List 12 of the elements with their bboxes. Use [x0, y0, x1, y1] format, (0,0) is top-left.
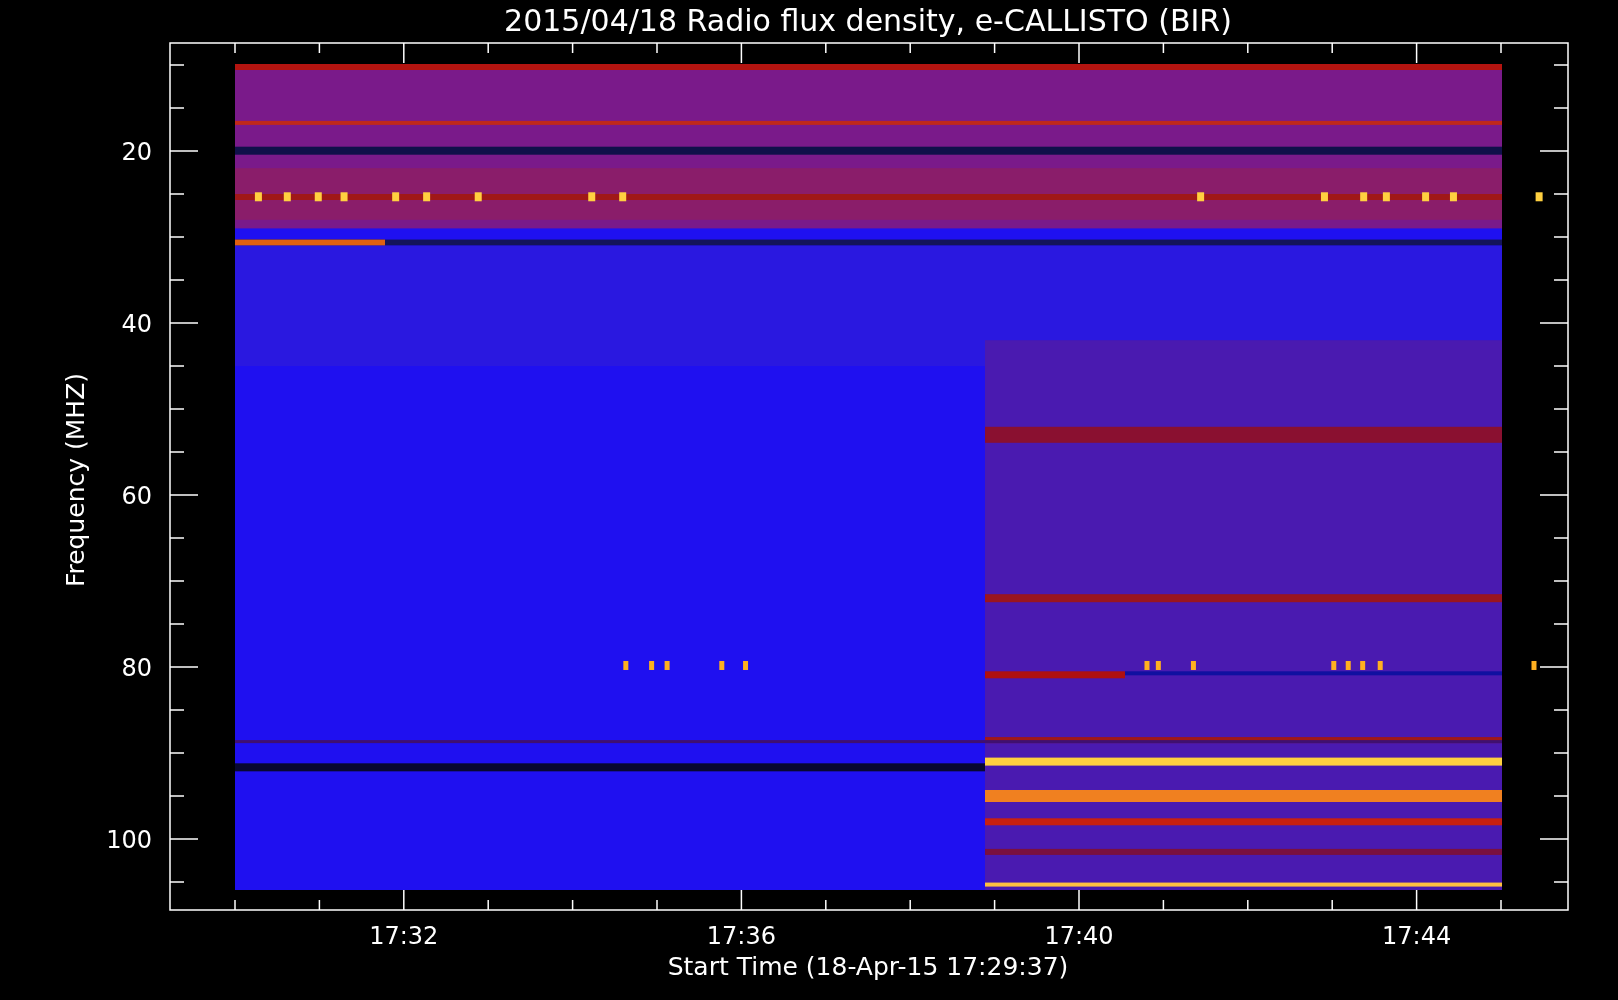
y-tick-label: 40: [121, 310, 152, 338]
x-tick-label: 17:40: [1044, 922, 1114, 950]
x-tick-label: 17:36: [706, 922, 776, 950]
y-tick-label: 80: [121, 654, 152, 682]
y-tick-label: 20: [121, 138, 152, 166]
x-axis-label: Start Time (18-Apr-15 17:29:37): [667, 952, 1069, 981]
y-tick-label: 60: [121, 482, 152, 510]
y-axis-label: Frequency (MHZ): [61, 372, 90, 588]
x-tick-label: 17:44: [1382, 922, 1452, 950]
chart-title: 2015/04/18 Radio flux density, e-CALLISTO (BIR): [504, 3, 1232, 38]
x-tick-label: 17:32: [369, 922, 439, 950]
y-tick-label: 100: [106, 826, 152, 854]
